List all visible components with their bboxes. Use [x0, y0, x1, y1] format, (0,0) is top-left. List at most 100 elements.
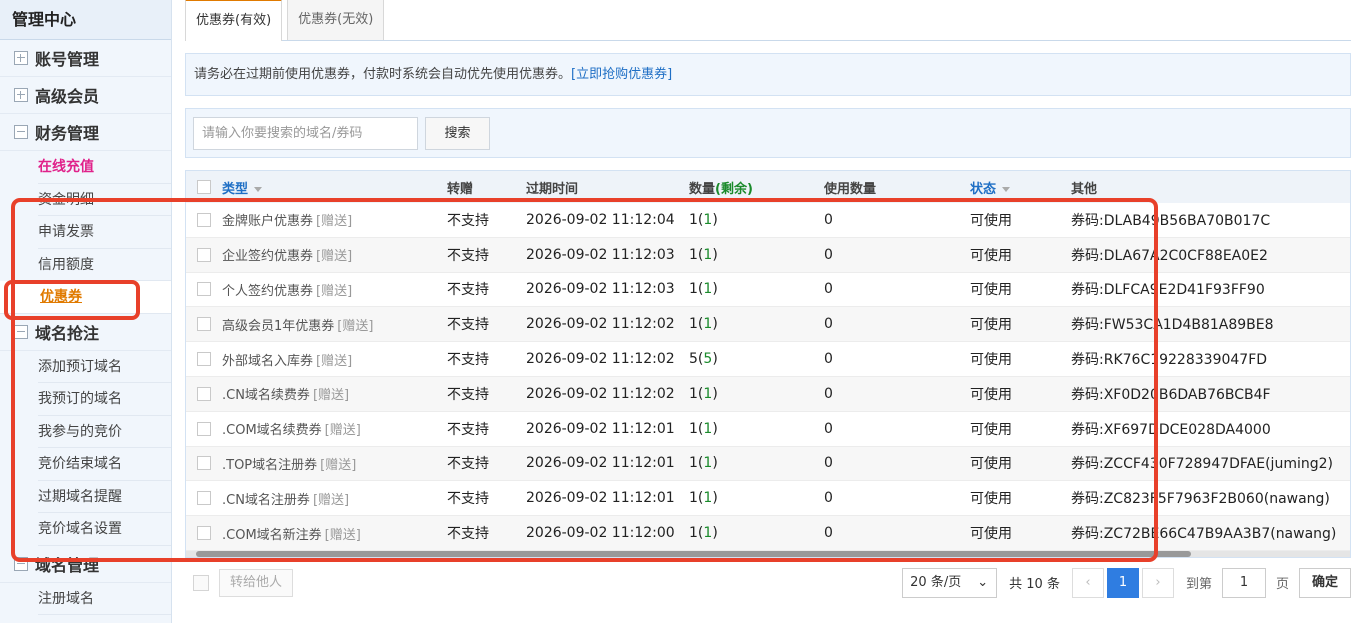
coupon-used: 0 — [824, 455, 833, 472]
sidebar-group[interactable]: 财务管理 — [0, 114, 171, 151]
coupon-code: 券码:XF697DDCE028DA4000 — [1071, 421, 1271, 438]
coupon-qty: 1 — [689, 211, 698, 228]
sidebar-item[interactable]: 竞价域名设置 — [38, 513, 171, 546]
table-row: 金牌账户优惠券 [赠送] 不支持 2026-09-02 11:12:04 1(1) 0 可使… — [186, 203, 1350, 238]
sidebar-item[interactable]: 竞价结束域名 — [38, 448, 171, 481]
buy-coupon-link[interactable]: [立即抢购优惠券] — [571, 67, 672, 82]
expand-icon[interactable] — [14, 51, 28, 65]
coupon-qty: 1 — [689, 455, 698, 472]
coupon-status: 可使用 — [970, 456, 1012, 473]
sidebar-group[interactable]: 账号管理 — [0, 40, 171, 77]
header-type[interactable]: 类型 — [222, 182, 248, 197]
sidebar-group[interactable]: 高级会员 — [0, 77, 171, 114]
sidebar-item[interactable]: 注册域名 — [38, 583, 171, 615]
coupon-type: .COM域名续费券 — [222, 423, 322, 439]
expand-icon[interactable] — [14, 88, 28, 102]
header-status[interactable]: 状态 — [970, 182, 996, 197]
search-input[interactable]: 请输入你要搜索的域名/券码 — [193, 116, 418, 150]
table-row: .COM域名续费券 [赠送] 不支持 2026-09-02 11:12:01 1(1) 0… — [186, 412, 1350, 447]
page-1-button[interactable]: 1 — [1106, 567, 1139, 598]
sort-down-icon[interactable] — [254, 186, 263, 192]
row-checkbox[interactable] — [197, 317, 211, 332]
coupon-gift: 不支持 — [447, 282, 489, 299]
table-row: 个人签约优惠券 [赠送] 不支持 2026-09-02 11:12:03 1(1) 0 可使… — [186, 273, 1350, 308]
coupon-expire: 2026-09-02 11:12:00 — [526, 525, 675, 542]
coupon-type: 企业签约优惠券 — [222, 249, 314, 265]
confirm-button[interactable]: 确定 — [1299, 567, 1351, 598]
coupon-code: 券码:RK76C19228339047FD — [1071, 352, 1268, 369]
goto-label: 到第 — [1185, 577, 1212, 593]
chevron-down-icon: ⌄ — [977, 574, 989, 590]
sidebar-item[interactable]: 申请发票 — [38, 216, 171, 249]
prev-page-button[interactable]: ‹ — [1071, 567, 1104, 598]
coupon-remain: 1 — [703, 420, 713, 437]
coupon-qty: 5 — [689, 351, 698, 368]
coupon-expire: 2026-09-02 11:12:03 — [526, 246, 675, 263]
coupon-gift: 不支持 — [447, 421, 489, 438]
coupon-qty: 1 — [689, 525, 698, 542]
sidebar-item[interactable]: 我预订的域名 — [38, 383, 171, 416]
sidebar-group-label: 财务管理 — [35, 124, 100, 143]
scrollbar-thumb[interactable] — [196, 550, 1191, 557]
coupon-type: .CN域名续费券 — [222, 388, 310, 404]
transfer-button[interactable]: 转给他人 — [219, 568, 294, 597]
table-row: .COM域名新注券 [赠送] 不支持 2026-09-02 11:12:00 1(1) 0… — [186, 516, 1350, 551]
row-checkbox[interactable] — [197, 456, 211, 471]
sidebar-group-label: 域名抢注 — [35, 323, 100, 343]
coupon-code: 券码:ZC72BE66C47B9AA3B7(nawang) — [1071, 526, 1337, 543]
goto-page-input[interactable]: 1 — [1221, 567, 1266, 598]
sidebar-group-label: 域名管理 — [35, 555, 100, 575]
header-other: 其他 — [1071, 181, 1098, 197]
row-checkbox[interactable] — [197, 212, 211, 227]
table-header: 类型 转赠 过期时间 数量(剩余) 使用数量 状态 其他 — [186, 171, 1350, 203]
coupon-qty: 1 — [689, 490, 698, 507]
coupon-type: .TOP域名注册券 — [222, 457, 318, 473]
row-checkbox[interactable] — [197, 282, 211, 297]
coupon-remain: 1 — [703, 525, 713, 542]
sidebar-item[interactable]: 我参与的竞价 — [38, 416, 171, 448]
tab-coupons-valid[interactable]: 优惠券(有效) — [185, 0, 283, 41]
coupon-used: 0 — [824, 525, 833, 542]
coupon-code: 券码:ZCCF430F728947DFAE(juming2) — [1071, 456, 1333, 473]
row-checkbox[interactable] — [197, 491, 211, 506]
collapse-icon[interactable] — [14, 125, 28, 139]
coupon-type: 高级会员1年优惠券 — [222, 318, 335, 334]
sidebar-item[interactable]: 添加预订域名 — [38, 351, 171, 383]
sidebar-item[interactable]: 信用额度 — [38, 249, 171, 281]
next-page-button[interactable]: › — [1141, 567, 1174, 598]
sidebar-group[interactable]: 域名抢注 — [0, 314, 171, 351]
sidebar-item[interactable]: 资金明细 — [38, 184, 171, 216]
sidebar-group-label: 高级会员 — [35, 87, 100, 106]
coupon-remain: 1 — [703, 211, 713, 228]
page-size-select[interactable]: 20 条/页 ⌄ — [902, 567, 998, 598]
coupon-qty: 1 — [689, 420, 698, 437]
coupon-used: 0 — [824, 490, 833, 507]
sidebar-item[interactable]: 过期域名提醒 — [38, 481, 171, 513]
sidebar-item[interactable]: 在线充值 — [38, 151, 171, 184]
tab-coupons-invalid[interactable]: 优惠券(无效) — [287, 0, 385, 40]
coupon-remain: 1 — [703, 490, 713, 507]
coupon-expire: 2026-09-02 11:12:02 — [526, 316, 675, 333]
collapse-icon[interactable] — [14, 556, 28, 571]
horizontal-scrollbar[interactable] — [186, 550, 1350, 557]
row-checkbox[interactable] — [197, 352, 211, 367]
row-checkbox[interactable] — [197, 526, 211, 541]
sort-down-icon[interactable] — [1002, 186, 1011, 192]
sidebar-item[interactable]: 优惠券 — [0, 281, 171, 314]
gift-tag: [赠送] — [324, 527, 361, 543]
table-row: 企业签约优惠券 [赠送] 不支持 2026-09-02 11:12:03 1(1) 0 可使… — [186, 237, 1350, 273]
search-button[interactable]: 搜索 — [425, 116, 490, 150]
select-all-checkbox[interactable] — [197, 180, 211, 194]
coupon-used: 0 — [824, 420, 833, 437]
coupon-expire: 2026-09-02 11:12:02 — [526, 351, 675, 368]
footer-checkbox[interactable] — [193, 574, 209, 591]
row-checkbox[interactable] — [197, 386, 211, 401]
gift-tag: [赠送] — [337, 318, 374, 334]
coupon-table: 类型 转赠 过期时间 数量(剩余) 使用数量 状态 其他 金牌账户优惠券 [赠送]… — [185, 170, 1351, 558]
coupon-status: 可使用 — [970, 352, 1012, 369]
collapse-icon[interactable] — [14, 324, 28, 339]
row-checkbox[interactable] — [197, 421, 211, 436]
row-checkbox[interactable] — [197, 247, 211, 262]
sidebar-group[interactable]: 域名管理 — [0, 546, 171, 583]
coupon-status: 可使用 — [970, 247, 1012, 264]
